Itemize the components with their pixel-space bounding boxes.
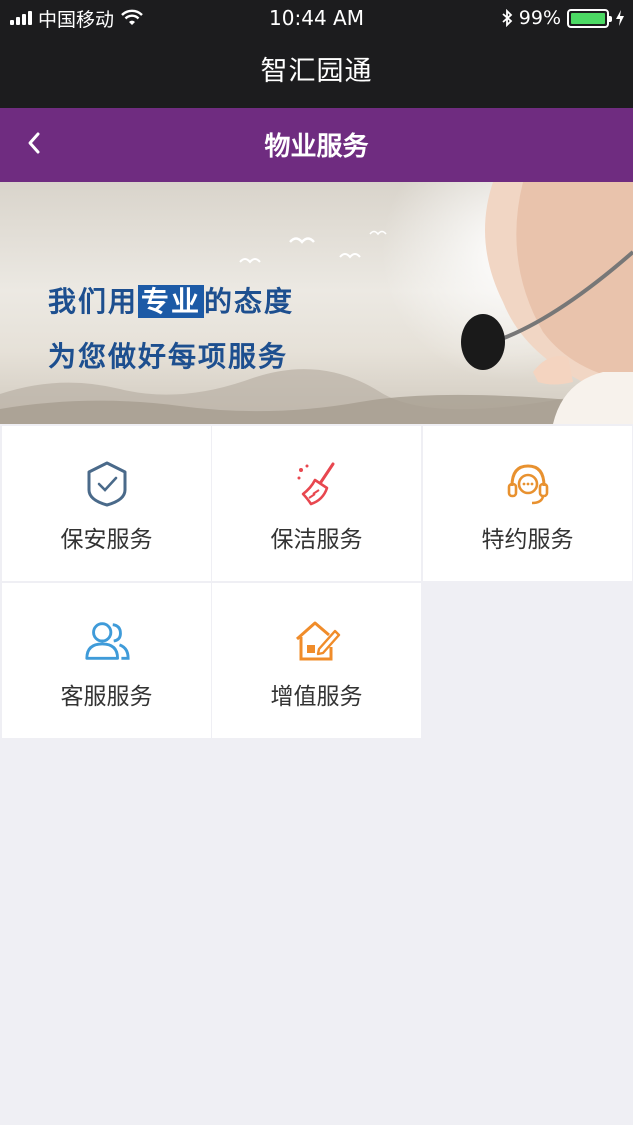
service-security-tile[interactable]: 保安服务 (2, 426, 211, 581)
service-label: 特约服务 (481, 527, 574, 553)
back-button[interactable] (12, 121, 56, 165)
service-label: 保洁服务 (270, 527, 363, 553)
service-label: 客服服务 (60, 684, 153, 710)
headset-icon (507, 464, 548, 505)
banner-highlight: 专业 (138, 285, 205, 318)
nav-bar: 物业服务 (0, 108, 633, 182)
house-edit-icon (295, 621, 340, 661)
nav-title: 物业服务 (264, 132, 369, 162)
customer-service-person-image (461, 182, 633, 424)
banner[interactable]: 我们用 专业 的态度 为您做好每项服务 (0, 182, 633, 424)
service-label: 增值服务 (270, 684, 363, 710)
banner-slogan-line1: 我们用 专业 的态度 (48, 285, 295, 318)
service-value-added-tile[interactable]: 增值服务 (212, 583, 421, 738)
service-label: 保安服务 (60, 527, 153, 553)
service-customer-tile[interactable]: 客服服务 (2, 583, 211, 738)
charging-icon (616, 10, 624, 26)
battery-percent: 99% (518, 7, 561, 29)
bluetooth-icon (502, 9, 513, 27)
app-title: 智汇园通 (0, 36, 633, 108)
service-cleaning-tile[interactable]: 保洁服务 (212, 426, 421, 581)
chevron-left-icon (28, 132, 40, 154)
service-special-tile[interactable]: 特约服务 (423, 426, 632, 581)
birds-decoration (239, 230, 387, 264)
battery-icon (567, 8, 612, 28)
users-icon (84, 622, 130, 660)
banner-slogan-line2: 为您做好每项服务 (48, 340, 289, 373)
broom-icon (297, 462, 334, 506)
status-bar: 中国移动 10:44 AM 99% (0, 0, 633, 36)
status-right: 99% (501, 0, 625, 36)
shield-check-icon (87, 461, 126, 507)
